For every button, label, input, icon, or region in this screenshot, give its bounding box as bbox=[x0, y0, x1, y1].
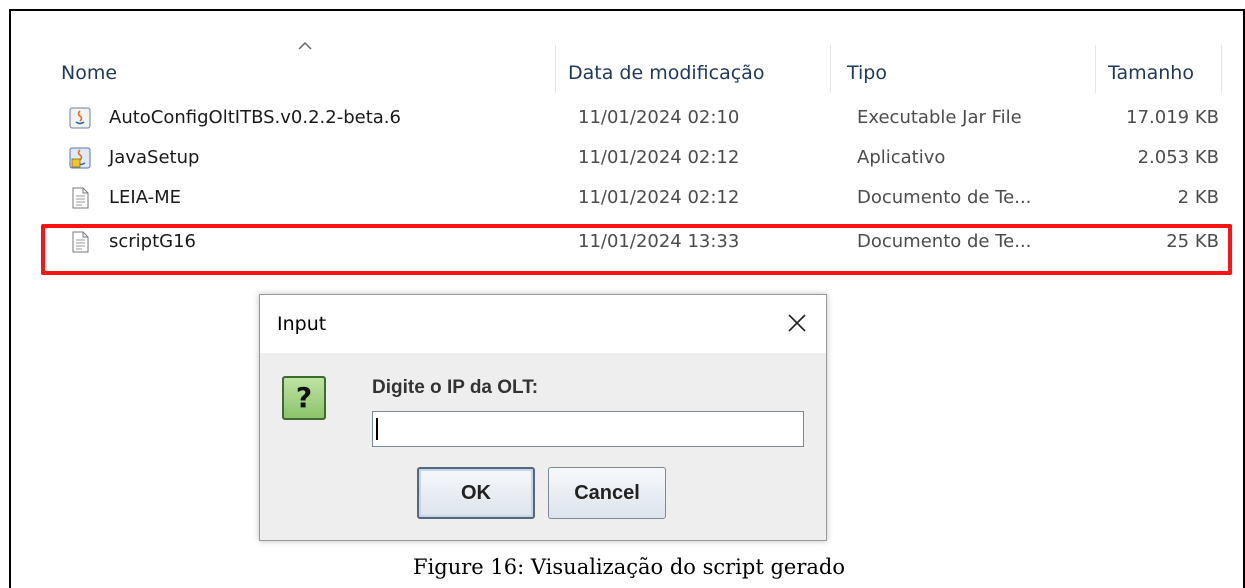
ok-button[interactable]: OK bbox=[417, 467, 535, 519]
question-icon: ? bbox=[282, 376, 326, 420]
file-type: Documento de Te... bbox=[857, 187, 1032, 208]
column-header-modified[interactable]: Data de modificação bbox=[568, 53, 764, 93]
file-row[interactable]: JavaSetup 11/01/2024 02:12 Aplicativo 2.… bbox=[69, 138, 1229, 178]
column-divider[interactable] bbox=[1221, 45, 1222, 93]
chevron-up-icon[interactable] bbox=[297, 41, 313, 51]
file-type: Aplicativo bbox=[857, 147, 946, 168]
column-header-type[interactable]: Tipo bbox=[847, 53, 887, 93]
file-name: AutoConfigOltITBS.v0.2.2-beta.6 bbox=[109, 107, 401, 128]
file-size: 2.053 KB bbox=[1137, 147, 1219, 168]
prompt-label: Digite o IP da OLT: bbox=[372, 377, 539, 398]
java-icon bbox=[69, 107, 91, 129]
file-size: 2 KB bbox=[1177, 187, 1219, 208]
file-type: Executable Jar File bbox=[857, 107, 1022, 128]
column-header-name[interactable]: Nome bbox=[61, 53, 117, 93]
file-modified: 11/01/2024 02:12 bbox=[578, 147, 740, 168]
explorer-window: Nome Data de modificação Tipo Tamanho Au… bbox=[9, 9, 1245, 588]
file-size: 17.019 KB bbox=[1126, 107, 1219, 128]
text-document-icon bbox=[72, 187, 89, 209]
file-row[interactable]: AutoConfigOltITBS.v0.2.2-beta.6 11/01/20… bbox=[69, 98, 1229, 138]
file-modified: 11/01/2024 02:12 bbox=[578, 187, 740, 208]
close-button[interactable] bbox=[768, 295, 826, 353]
column-divider[interactable] bbox=[555, 45, 556, 93]
ip-input[interactable] bbox=[372, 411, 804, 447]
file-name: LEIA-ME bbox=[109, 187, 182, 208]
file-row[interactable]: LEIA-ME 11/01/2024 02:12 Documento de Te… bbox=[69, 178, 1229, 218]
input-dialog: Input ? Digite o IP da OLT: OK Cancel bbox=[259, 294, 827, 541]
column-divider[interactable] bbox=[1095, 45, 1096, 93]
file-modified: 11/01/2024 02:10 bbox=[578, 107, 740, 128]
column-header-size[interactable]: Tamanho bbox=[1108, 53, 1194, 93]
figure-caption: Figure 16: Visualização do script gerado bbox=[413, 555, 845, 579]
column-divider[interactable] bbox=[830, 45, 831, 93]
dialog-title: Input bbox=[277, 313, 327, 335]
cancel-button[interactable]: Cancel bbox=[548, 467, 666, 519]
highlight-box bbox=[41, 224, 1232, 275]
dialog-titlebar[interactable]: Input bbox=[260, 295, 826, 353]
close-icon bbox=[788, 314, 806, 332]
file-name: JavaSetup bbox=[109, 147, 200, 168]
java-installer-icon bbox=[69, 147, 91, 169]
text-caret bbox=[376, 418, 378, 440]
